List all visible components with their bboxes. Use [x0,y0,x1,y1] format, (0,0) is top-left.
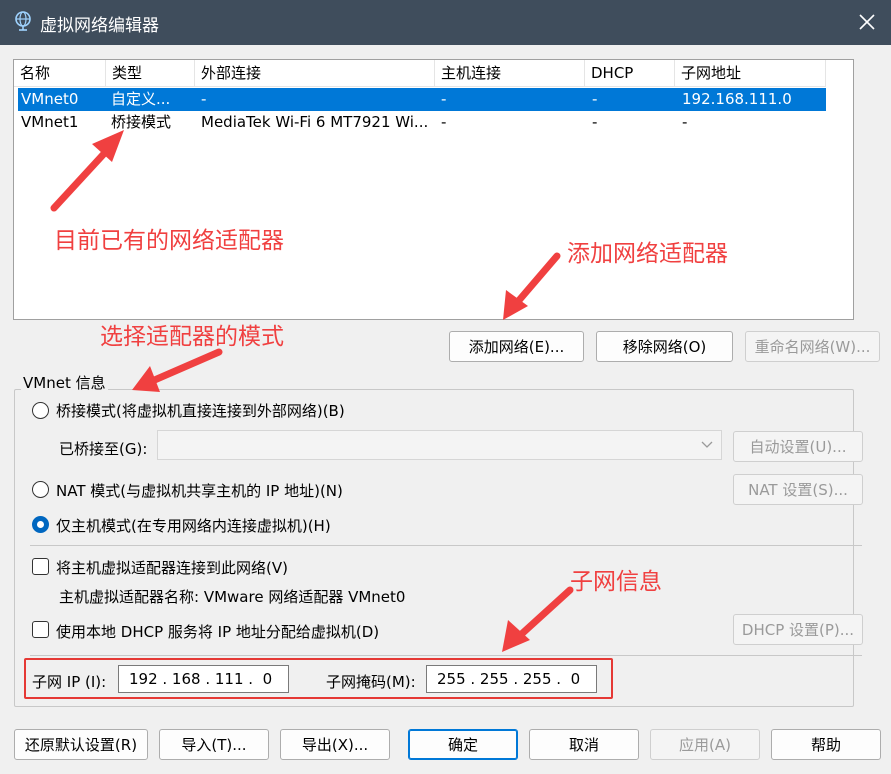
host-only-mode-radio[interactable] [32,516,49,533]
row-dhcp: - [592,90,598,108]
bridged-to-label: 已桥接至(G): [59,440,148,458]
bridged-mode-label[interactable]: 桥接模式(将虚拟机直接连接到外部网络)(B) [56,400,345,421]
title-bar: 虚拟网络编辑器 [0,0,891,45]
column-header-type[interactable]: 类型 [106,60,195,87]
row-name: VMnet1 [21,113,79,131]
row-type: 自定义... [111,90,171,108]
nat-settings-button[interactable]: NAT 设置(S)... [733,474,863,505]
bridged-mode-radio[interactable] [32,402,49,419]
row-host: - [441,90,447,108]
column-header-subnet[interactable]: 子网地址 [675,60,826,87]
export-button[interactable]: 导出(X)... [280,729,390,760]
row-external: - [201,90,207,108]
cancel-button[interactable]: 取消 [529,729,639,760]
annotation-arrow [132,348,223,392]
nat-mode-label[interactable]: NAT 模式(与虚拟机共享主机的 IP 地址)(N) [56,480,343,501]
row-subnet: - [682,113,688,131]
auto-settings-button[interactable]: 自动设置(U)... [733,431,863,462]
use-dhcp-checkbox[interactable] [32,621,49,638]
annotation-add-adapter: 添加网络适配器 [567,241,728,267]
row-host: - [441,113,447,131]
column-header-dhcp[interactable]: DHCP [585,60,675,87]
apply-button[interactable]: 应用(A) [650,729,760,760]
restore-defaults-button[interactable]: 还原默认设置(R) [14,729,148,760]
connect-host-adapter-checkbox[interactable] [32,558,49,575]
vmnet-info-label: VMnet 信息 [21,372,108,393]
table-row[interactable]: VMnet1 桥接模式 MediaTek Wi-Fi 6 MT7921 Wi..… [18,111,826,134]
divider [30,545,862,546]
connect-host-adapter-label[interactable]: 将主机虚拟适配器连接到此网络(V) [56,557,288,578]
network-list[interactable]: 名称 类型 外部连接 主机连接 DHCP 子网地址 VMnet0 自定义... … [13,59,854,320]
help-button[interactable]: 帮助 [771,729,881,760]
network-list-header: 名称 类型 外部连接 主机连接 DHCP 子网地址 [14,60,826,87]
row-subnet: 192.168.111.0 [682,90,792,108]
host-only-mode-label[interactable]: 仅主机模式(在专用网络内连接虚拟机)(H) [56,515,331,536]
row-type: 桥接模式 [111,113,172,131]
use-dhcp-label[interactable]: 使用本地 DHCP 服务将 IP 地址分配给虚拟机(D) [56,621,379,642]
subnet-highlight-box [24,658,613,699]
annotation-subnet-info: 子网信息 [570,569,662,595]
column-header-host[interactable]: 主机连接 [435,60,585,87]
ok-button[interactable]: 确定 [408,729,518,760]
import-button[interactable]: 导入(T)... [159,729,269,760]
window-title: 虚拟网络编辑器 [40,16,159,36]
chevron-down-icon [701,441,713,448]
divider [30,655,862,656]
remove-network-button[interactable]: 移除网络(O) [596,331,733,362]
close-icon[interactable] [855,10,879,34]
table-row[interactable]: VMnet0 自定义... - - - 192.168.111.0 [18,88,826,111]
row-dhcp: - [592,113,598,131]
add-network-button[interactable]: 添加网络(E)... [449,331,584,362]
annotation-select-mode: 选择适配器的模式 [100,324,284,350]
network-globe-icon [15,11,31,31]
host-adapter-name: 主机虚拟适配器名称: VMware 网络适配器 VMnet0 [59,588,406,606]
nat-mode-radio[interactable] [32,481,49,498]
rename-network-button[interactable]: 重命名网络(W)... [745,331,880,362]
column-header-external[interactable]: 外部连接 [195,60,435,87]
bridged-to-select[interactable] [157,430,722,460]
annotation-existing-adapters: 目前已有的网络适配器 [54,228,284,254]
column-header-name[interactable]: 名称 [14,60,106,87]
row-external: MediaTek Wi-Fi 6 MT7921 Wi... [201,113,429,131]
dhcp-settings-button[interactable]: DHCP 设置(P)... [733,614,863,645]
row-name: VMnet0 [21,90,79,108]
